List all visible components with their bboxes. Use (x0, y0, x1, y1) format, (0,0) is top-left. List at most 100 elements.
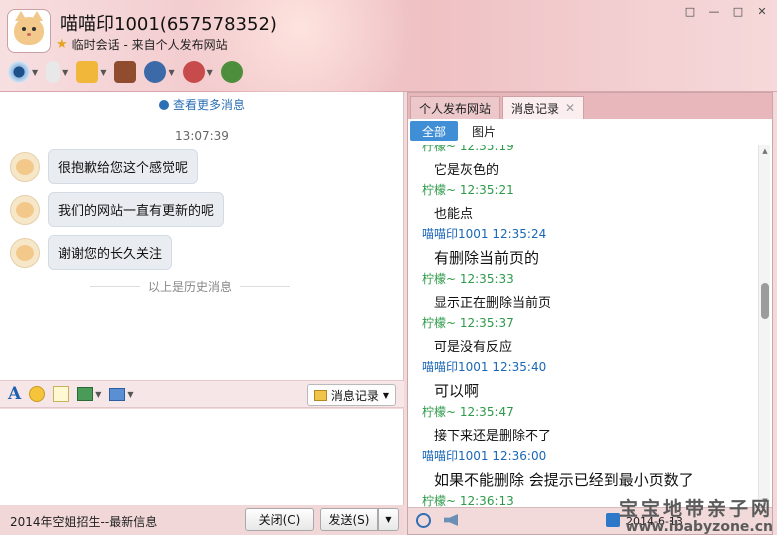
log-header: 柠檬~ 12:35:33 (422, 272, 514, 286)
watermark-title: 宝宝地带亲子网 (618, 498, 773, 520)
person-icon (144, 61, 167, 83)
calendar-icon[interactable] (606, 513, 620, 527)
chevron-down-icon[interactable]: ▼ (95, 390, 101, 399)
log-message: 有删除当前页的 (434, 249, 540, 267)
block-button[interactable]: ▼ (182, 60, 213, 84)
log-header: 喵喵印1001 12:36:00 (422, 449, 547, 463)
chevron-down-icon: ▼ (382, 390, 389, 400)
avatar[interactable] (7, 9, 51, 53)
tab-label: 个人发布网站 (419, 101, 492, 116)
window-controls: □ — □ ✕ (681, 4, 771, 18)
tab-personal-site[interactable]: 个人发布网站 (410, 96, 501, 119)
send-image-button[interactable] (77, 384, 94, 404)
message-history-label: 消息记录 (330, 388, 379, 403)
microphone-icon (46, 61, 61, 83)
filter-images[interactable]: 图片 (460, 121, 508, 141)
log-header: 柠檬~ 12:36:13 (422, 494, 514, 507)
close-window-button[interactable]: ✕ (753, 4, 771, 18)
doodle-button[interactable] (53, 384, 70, 404)
message-row: 我们的网站一直有更新的呢 (10, 192, 225, 227)
video-call-button[interactable]: ▼ (8, 60, 38, 84)
log-message: 显示正在删除当前页 (434, 296, 552, 311)
log-header: 柠檬~ 12:35:37 (422, 316, 514, 330)
tab-label: 消息记录 (511, 101, 560, 116)
minimize-button[interactable]: — (705, 4, 723, 18)
clock-icon (158, 100, 169, 110)
log-message: 如果不能删除 会提示已经到最小页数了 (434, 471, 694, 489)
view-more-messages-link[interactable]: 查看更多消息 (0, 96, 404, 113)
skin-button[interactable]: □ (681, 4, 699, 18)
chevron-down-icon: ▼ (206, 67, 213, 77)
message-bubble: 谢谢您的长久关注 (48, 235, 173, 270)
log-message: 接下来还是删除不了 (434, 429, 552, 444)
chevron-down-icon: ▼ (62, 67, 69, 77)
log-message: 它是灰色的 (434, 163, 500, 178)
add-user-icon (220, 61, 243, 83)
cat-avatar-icon (14, 11, 44, 45)
side-panel-tabs: 个人发布网站 消息记录 ✕ (408, 93, 772, 119)
sender-avatar[interactable] (10, 237, 40, 268)
remote-desktop-button[interactable] (114, 60, 137, 84)
chat-message-area[interactable]: 查看更多消息 13:07:39 很抱歉给您这个感觉呢 我们的网站一直有更新的呢 … (0, 92, 404, 380)
log-header: 柠檬~ 12:35:21 (422, 183, 514, 197)
note-pen-icon (53, 386, 70, 402)
add-friend-button[interactable] (220, 60, 243, 84)
sender-avatar[interactable] (10, 151, 40, 182)
folder-icon (76, 61, 99, 83)
cat-avatar-icon (16, 201, 34, 218)
divider (240, 286, 291, 287)
screen-frame-icon (114, 61, 137, 83)
scroll-thumb[interactable] (761, 283, 769, 319)
chevron-down-icon: ▼ (100, 67, 107, 77)
send-button[interactable]: 发送(S) (320, 508, 378, 531)
chevron-down-icon[interactable]: ▼ (127, 390, 133, 399)
message-history-button[interactable]: 消息记录 ▼ (306, 384, 396, 406)
voice-call-button[interactable]: ▼ (46, 60, 68, 84)
log-header: 柠檬~ 12:35:47 (422, 405, 514, 419)
watermark: 宝宝地带亲子网 www.ibabyzone.cn (619, 494, 773, 535)
history-icon (313, 389, 327, 401)
history-separator-text: 以上是历史消息 (148, 280, 233, 294)
ad-link[interactable]: 2014年空姐招生--最新信息 (10, 513, 157, 530)
search-icon[interactable] (416, 513, 431, 528)
log-message: 可以啊 (434, 382, 480, 400)
sender-avatar[interactable] (10, 194, 40, 225)
cat-avatar-icon (16, 244, 34, 261)
screen-capture-icon (109, 387, 126, 401)
close-button[interactable]: 关闭(C) (245, 508, 314, 531)
bottom-bar: 2014年空姐招生--最新信息 关闭(C) 发送(S) ▼ (0, 505, 404, 535)
smiley-icon (29, 386, 46, 402)
watermark-url: www.ibabyzone.cn (625, 519, 773, 535)
contact-name: 喵喵印1001(657578352) (60, 14, 277, 35)
font-icon[interactable]: A (8, 384, 21, 404)
chevron-down-icon: ▼ (168, 67, 175, 77)
log-header: 喵喵印1001 12:35:40 (422, 360, 547, 374)
session-subtitle-text: 临时会话 - 来自个人发布网站 (71, 38, 228, 52)
log-message: 可是没有反应 (434, 340, 513, 355)
filter-all[interactable]: 全部 (410, 121, 458, 141)
send-options-button[interactable]: ▼ (378, 508, 399, 531)
block-user-icon (182, 61, 205, 83)
log-header: 柠檬~ 12:35:19 (422, 145, 514, 153)
file-transfer-button[interactable]: ▼ (76, 60, 106, 84)
message-row: 很抱歉给您这个感觉呢 (10, 149, 199, 184)
speaker-icon[interactable] (444, 514, 458, 526)
tab-message-history[interactable]: 消息记录 ✕ (502, 96, 585, 119)
session-subtitle: ★ 临时会话 - 来自个人发布网站 (56, 36, 228, 53)
view-more-messages-text: 查看更多消息 (172, 98, 245, 112)
profile-button[interactable]: ▼ (144, 60, 175, 84)
input-toolbar: A ▼ ▼ 消息记录 ▼ (0, 380, 404, 408)
emoji-button[interactable] (29, 384, 46, 404)
message-input[interactable] (0, 409, 404, 505)
scroll-up-icon[interactable]: ▲ (759, 145, 771, 157)
message-row: 谢谢您的长久关注 (10, 235, 173, 270)
message-timestamp: 13:07:39 (175, 129, 229, 143)
close-icon[interactable]: ✕ (565, 101, 575, 115)
image-icon (77, 387, 94, 401)
message-bubble: 很抱歉给您这个感觉呢 (48, 149, 199, 184)
history-log[interactable]: 柠檬~ 12:35:19 它是灰色的 柠檬~ 12:35:21 也能点 喵喵印1… (408, 145, 758, 507)
maximize-button[interactable]: □ (729, 4, 747, 18)
history-scrollbar[interactable]: ▲ ▼ (758, 145, 770, 507)
screenshot-button[interactable] (109, 384, 126, 404)
header-toolbar: ▼ ▼ ▼ ▼ ▼ (8, 60, 243, 84)
